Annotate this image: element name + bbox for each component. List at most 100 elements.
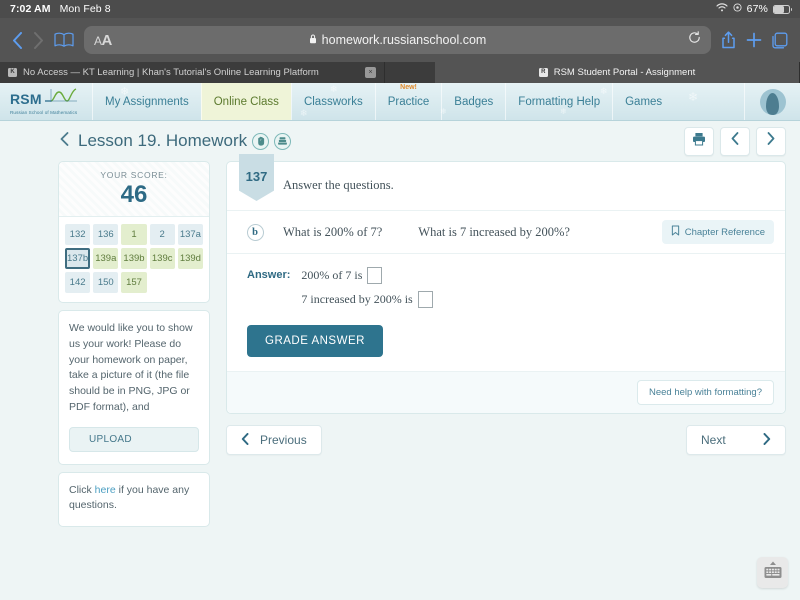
logo-curve-icon bbox=[44, 88, 78, 109]
prev-assignment-button[interactable] bbox=[720, 126, 750, 156]
rsm-logo[interactable]: RSM Russian School of Mathematics bbox=[0, 83, 92, 120]
url-display: homework.russianschool.com bbox=[84, 33, 711, 47]
score-label: YOUR SCORE: bbox=[100, 170, 168, 180]
grid-cell[interactable]: 2 bbox=[149, 224, 175, 245]
tab-title: RSM Student Portal - Assignment bbox=[553, 67, 696, 78]
grade-answer-button[interactable]: GRADE ANSWER bbox=[247, 325, 383, 357]
grid-cell[interactable]: 132 bbox=[65, 224, 91, 245]
grid-cell[interactable]: 136 bbox=[93, 224, 119, 245]
score-card: YOUR SCORE: 46 132 136 1 2 137a 137b 139… bbox=[58, 161, 210, 303]
grid-cell-selected[interactable]: 137b bbox=[65, 248, 91, 269]
question-prompt-row: 137 Answer the questions. bbox=[227, 154, 785, 211]
browser-tab-active[interactable]: R RSM Student Portal - Assignment bbox=[435, 62, 800, 83]
logo-subtitle: Russian School of Mathematics bbox=[10, 110, 78, 115]
nav-label: Formatting Help bbox=[518, 95, 601, 108]
safari-toolbar: AA homework.russianschool.com bbox=[0, 18, 800, 62]
question-part-row: b What is 200% of 7? What is 7 increased… bbox=[227, 211, 785, 253]
question-card: 137 Answer the questions. b What is 200%… bbox=[226, 154, 786, 414]
grid-cell[interactable]: 139c bbox=[149, 248, 175, 269]
upload-button[interactable]: UPLOAD bbox=[69, 426, 199, 452]
forward-button[interactable] bbox=[33, 31, 44, 49]
books-icon[interactable] bbox=[274, 132, 292, 150]
site-navbar: ❄ ❄ ❄ ❄ ❄ ❄ ❄ ❄ RSM Russian School of Ma… bbox=[0, 83, 800, 121]
status-time: 7:02 AM bbox=[10, 3, 51, 15]
previous-button[interactable]: Previous bbox=[226, 425, 322, 455]
reload-button[interactable] bbox=[688, 30, 701, 50]
score-value: 46 bbox=[120, 181, 148, 208]
help-card: Click here if you have any questions. bbox=[58, 471, 210, 527]
question-parts: What is 200% of 7? What is 7 increased b… bbox=[283, 225, 570, 240]
score-header: YOUR SCORE: 46 bbox=[59, 162, 209, 217]
next-button[interactable]: Next bbox=[686, 425, 786, 455]
nav-label: Practice bbox=[387, 95, 430, 108]
url-text: homework.russianschool.com bbox=[321, 33, 487, 47]
question-number-wrap: 137 bbox=[227, 154, 283, 210]
question-footer: Need help with formatting? bbox=[227, 371, 785, 413]
nav-item-my-assignments[interactable]: My Assignments bbox=[92, 83, 201, 120]
battery-percent: 67% bbox=[746, 3, 768, 15]
grid-cell[interactable]: 142 bbox=[65, 272, 91, 293]
nav-label: Games bbox=[625, 95, 663, 108]
next-label: Next bbox=[701, 433, 726, 447]
close-icon[interactable]: × bbox=[365, 67, 376, 78]
user-avatar-button[interactable] bbox=[744, 83, 800, 120]
keyboard-dismiss-button[interactable] bbox=[757, 557, 788, 588]
chapter-reference-label: Chapter Reference bbox=[684, 226, 765, 238]
question-part-1: What is 200% of 7? bbox=[283, 224, 383, 239]
chevron-left-icon bbox=[731, 132, 739, 150]
grid-cell[interactable]: 1 bbox=[121, 224, 147, 245]
grid-cell[interactable]: 139b bbox=[121, 248, 147, 269]
content-area: YOUR SCORE: 46 132 136 1 2 137a 137b 139… bbox=[0, 154, 800, 527]
answer-input-1[interactable] bbox=[367, 267, 383, 284]
browser-tab-inactive[interactable]: K No Access — KT Learning | Khan's Tutor… bbox=[0, 62, 385, 83]
new-badge: New! bbox=[400, 84, 417, 91]
bookmarks-button[interactable] bbox=[54, 32, 74, 48]
help-link[interactable]: here bbox=[95, 484, 116, 496]
formatting-help-button[interactable]: Need help with formatting? bbox=[636, 380, 774, 405]
tab-favicon-icon: R bbox=[538, 68, 548, 77]
nav-items: My Assignments Online Class Classworks N… bbox=[92, 83, 744, 120]
next-assignment-button[interactable] bbox=[756, 126, 786, 156]
answer-line-2: 7 increased by 200% is bbox=[301, 291, 433, 308]
avatar bbox=[759, 88, 786, 115]
address-bar[interactable]: AA homework.russianschool.com bbox=[84, 26, 711, 54]
nav-label: Classworks bbox=[303, 95, 363, 108]
part-letter: b bbox=[246, 223, 264, 241]
grid-cell[interactable]: 157 bbox=[121, 272, 147, 293]
safari-tab-strip: K No Access — KT Learning | Khan's Tutor… bbox=[0, 62, 800, 83]
grid-cell[interactable]: 139a bbox=[93, 248, 119, 269]
battery-icon bbox=[773, 4, 792, 14]
answer-line-1: 200% of 7 is bbox=[301, 267, 432, 284]
problem-grid: 132 136 1 2 137a 137b 139a 139b 139c 139… bbox=[59, 217, 209, 302]
grid-cell[interactable]: 139d bbox=[177, 248, 203, 269]
nav-item-practice[interactable]: New! Practice bbox=[374, 83, 442, 120]
nav-item-formatting-help[interactable]: Formatting Help bbox=[505, 83, 612, 120]
answer-input-2[interactable] bbox=[417, 291, 433, 308]
lesson-header: Lesson 19. Homework bbox=[0, 121, 800, 161]
print-button[interactable] bbox=[684, 126, 714, 156]
hand-icon[interactable] bbox=[252, 132, 270, 150]
nav-label: Badges bbox=[454, 95, 494, 108]
logo-text: RSM bbox=[10, 90, 42, 107]
nav-label: My Assignments bbox=[105, 95, 189, 108]
lesson-back-button[interactable] bbox=[60, 132, 69, 150]
grid-cell[interactable]: 150 bbox=[93, 272, 119, 293]
nav-item-online-class[interactable]: Online Class bbox=[200, 83, 291, 120]
nav-label: Online Class bbox=[213, 95, 279, 108]
new-tab-button[interactable] bbox=[746, 32, 762, 48]
ios-status-bar: 7:02 AM Mon Feb 8 67% bbox=[0, 0, 800, 18]
nav-item-badges[interactable]: Badges bbox=[441, 83, 505, 120]
share-icon[interactable] bbox=[721, 31, 736, 49]
nav-item-games[interactable]: Games bbox=[612, 83, 674, 120]
previous-label: Previous bbox=[260, 433, 307, 447]
ipad-safari-screen: 7:02 AM Mon Feb 8 67% AA homework.russia… bbox=[0, 0, 800, 600]
nav-item-classworks[interactable]: Classworks bbox=[290, 83, 375, 120]
tab-overview-button[interactable] bbox=[772, 32, 788, 49]
chevron-left-icon bbox=[241, 432, 249, 448]
grid-cell[interactable]: 137a bbox=[177, 224, 203, 245]
question-part-marker: b bbox=[227, 223, 283, 241]
back-button[interactable] bbox=[12, 31, 23, 49]
printer-icon bbox=[692, 132, 706, 151]
chapter-reference-button[interactable]: Chapter Reference bbox=[661, 220, 774, 244]
chevron-right-icon bbox=[763, 432, 771, 448]
